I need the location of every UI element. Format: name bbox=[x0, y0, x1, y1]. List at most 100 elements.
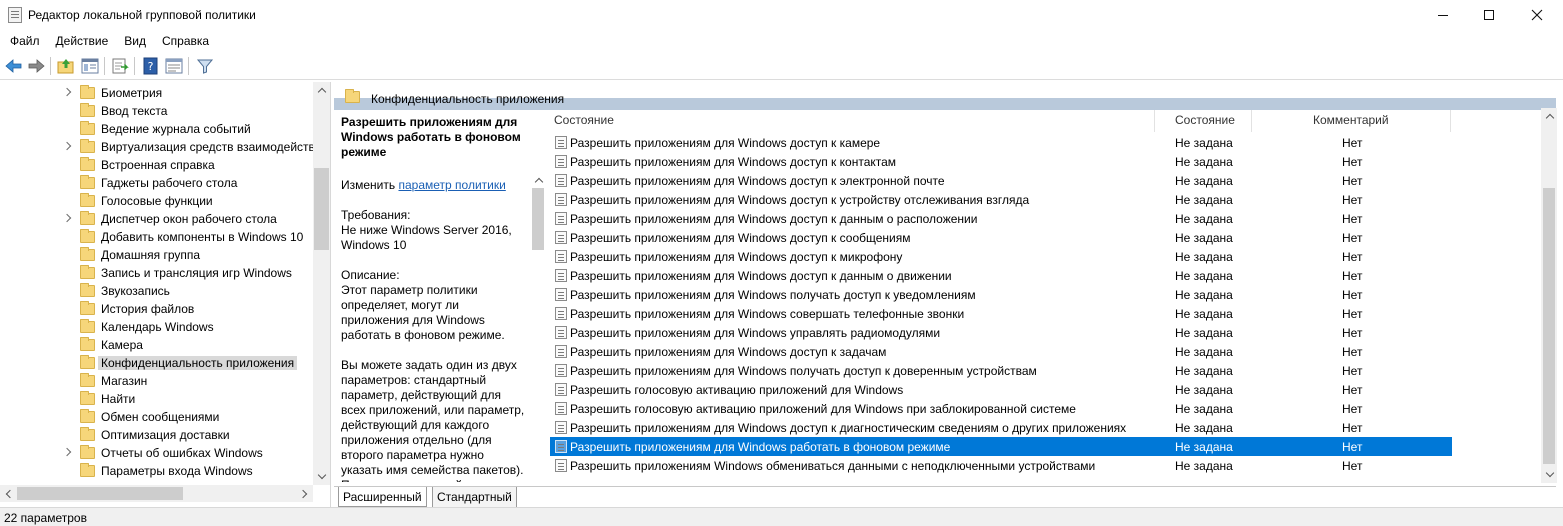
policy-row[interactable]: Разрешить голосовую активацию приложений… bbox=[550, 380, 1452, 399]
tree-item[interactable]: Параметры входа Windows bbox=[0, 462, 314, 480]
policy-state: Не задана bbox=[1175, 402, 1233, 416]
tree-item[interactable]: Оптимизация доставки bbox=[0, 426, 314, 444]
tree-item[interactable]: Звукозапись bbox=[0, 282, 314, 300]
folder-icon bbox=[80, 355, 95, 369]
maximize-button[interactable] bbox=[1466, 0, 1512, 30]
policy-row[interactable]: Разрешить приложениям для Windows доступ… bbox=[550, 190, 1452, 209]
policy-title: Разрешить приложениям для Windows работа… bbox=[341, 115, 521, 159]
folder-icon bbox=[80, 337, 95, 351]
tree-scroll-thumb[interactable] bbox=[314, 168, 329, 250]
menu-view[interactable]: Вид bbox=[118, 34, 152, 48]
filter-button[interactable] bbox=[195, 56, 215, 76]
details-pane: Конфиденциальность приложения Разрешить … bbox=[334, 82, 1563, 507]
policy-row[interactable]: Разрешить приложениям для Windows доступ… bbox=[550, 133, 1452, 152]
policy-row[interactable]: Разрешить приложениям для Windows управл… bbox=[550, 323, 1452, 342]
tree-item[interactable]: Ввод текста bbox=[0, 102, 314, 120]
tree-item[interactable]: Найти bbox=[0, 390, 314, 408]
expand-chevron-icon[interactable] bbox=[63, 214, 73, 224]
description-scroll-thumb[interactable] bbox=[532, 188, 544, 250]
column-header-comment[interactable]: Комментарий bbox=[1313, 108, 1389, 132]
policy-name: Разрешить приложениям для Windows получа… bbox=[570, 288, 976, 302]
tree-item[interactable]: Запись и трансляция игр Windows bbox=[0, 264, 314, 282]
policy-setting-icon bbox=[555, 288, 567, 301]
expand-chevron-icon[interactable] bbox=[63, 448, 73, 458]
tree-hscroll-thumb[interactable] bbox=[17, 487, 183, 500]
tree-item[interactable]: Ведение журнала событий bbox=[0, 120, 314, 138]
tree-vertical-scrollbar[interactable] bbox=[313, 82, 330, 485]
policy-name: Разрешить приложениям для Windows работа… bbox=[570, 440, 951, 454]
properties-view-button[interactable] bbox=[164, 56, 184, 76]
folder-icon bbox=[80, 247, 95, 261]
list-scroll-down-icon[interactable] bbox=[1541, 466, 1558, 483]
tree-scroll-left-icon[interactable] bbox=[0, 485, 17, 502]
tree-scroll-up-icon[interactable] bbox=[313, 82, 330, 99]
policy-row[interactable]: Разрешить приложениям для Windows доступ… bbox=[550, 209, 1452, 228]
tab-standard[interactable]: Стандартный bbox=[432, 487, 517, 507]
policy-row[interactable]: Разрешить приложениям для Windows доступ… bbox=[550, 152, 1452, 171]
policy-row[interactable]: Разрешить голосовую активацию приложений… bbox=[550, 399, 1452, 418]
policy-state: Не задана bbox=[1175, 193, 1233, 207]
menu-help[interactable]: Справка bbox=[156, 34, 215, 48]
list-scroll-thumb[interactable] bbox=[1543, 188, 1555, 464]
show-hide-tree-button[interactable] bbox=[80, 56, 100, 76]
list-vertical-scrollbar[interactable] bbox=[1541, 108, 1557, 483]
tree-scroll-right-icon[interactable] bbox=[296, 485, 313, 502]
policy-row[interactable]: Разрешить приложениям для Windows получа… bbox=[550, 285, 1452, 304]
tree-item-label: Домашняя группа bbox=[101, 248, 201, 262]
close-button[interactable] bbox=[1514, 0, 1560, 30]
policy-row[interactable]: Разрешить приложениям для Windows доступ… bbox=[550, 171, 1452, 190]
minimize-button[interactable] bbox=[1420, 0, 1466, 30]
tree-item[interactable]: Отчеты об ошибках Windows bbox=[0, 444, 314, 462]
tree-item[interactable]: Биометрия bbox=[0, 84, 314, 102]
tree-item-label: Голосовые функции bbox=[101, 194, 213, 208]
tree-item[interactable]: История файлов bbox=[0, 300, 314, 318]
tab-extended[interactable]: Расширенный bbox=[338, 487, 427, 507]
tree-item[interactable]: Встроенная справка bbox=[0, 156, 314, 174]
tree-scroll-down-icon[interactable] bbox=[313, 468, 330, 485]
tree-item[interactable]: Домашняя группа bbox=[0, 246, 314, 264]
policy-row[interactable]: Разрешить приложениям для Windows доступ… bbox=[550, 342, 1452, 361]
policy-row[interactable]: Разрешить приложениям для Windows доступ… bbox=[550, 228, 1452, 247]
forward-arrow-icon bbox=[28, 59, 45, 73]
export-list-button[interactable] bbox=[110, 56, 130, 76]
tree-item-label: Календарь Windows bbox=[101, 320, 214, 334]
tree-item[interactable]: Гаджеты рабочего стола bbox=[0, 174, 314, 192]
tree-item-label: Встроенная справка bbox=[101, 158, 215, 172]
tree-item[interactable]: Конфиденциальность приложения bbox=[0, 354, 314, 372]
policy-row[interactable]: Разрешить приложениям для Windows соверш… bbox=[550, 304, 1452, 323]
tree-item[interactable]: Камера bbox=[0, 336, 314, 354]
expand-chevron-icon[interactable] bbox=[63, 142, 73, 152]
folder-icon bbox=[345, 89, 360, 103]
policy-row[interactable]: Разрешить приложениям Windows обменивать… bbox=[550, 456, 1452, 475]
tree-horizontal-scrollbar[interactable] bbox=[0, 485, 313, 502]
menu-file[interactable]: Файл bbox=[4, 34, 46, 48]
expand-chevron-icon[interactable] bbox=[63, 88, 73, 98]
list-scroll-up-icon[interactable] bbox=[1541, 108, 1558, 125]
edit-policy-link[interactable]: параметр политики bbox=[398, 178, 505, 192]
menu-action[interactable]: Действие bbox=[50, 34, 115, 48]
description-scroll-up-icon[interactable] bbox=[530, 172, 547, 189]
policy-row[interactable]: Разрешить приложениям для Windows доступ… bbox=[550, 418, 1452, 437]
tree-item[interactable]: Магазин bbox=[0, 372, 314, 390]
tree-item[interactable]: Добавить компоненты в Windows 10 bbox=[0, 228, 314, 246]
tree-item[interactable]: Голосовые функции bbox=[0, 192, 314, 210]
description-scrollbar[interactable] bbox=[530, 172, 547, 482]
tree-item[interactable]: Обмен сообщениями bbox=[0, 408, 314, 426]
tree-item[interactable]: Календарь Windows bbox=[0, 318, 314, 336]
policy-state: Не задана bbox=[1175, 307, 1233, 321]
column-header-state[interactable]: Состояние bbox=[1175, 108, 1235, 132]
policy-row[interactable]: Разрешить приложениям для Windows доступ… bbox=[550, 266, 1452, 285]
policy-row[interactable]: Разрешить приложениям для Windows доступ… bbox=[550, 247, 1452, 266]
policy-row[interactable]: Разрешить приложениям для Windows работа… bbox=[550, 437, 1452, 456]
policy-name: Разрешить приложениям для Windows доступ… bbox=[570, 174, 945, 188]
tree-item[interactable]: Диспетчер окон рабочего стола bbox=[0, 210, 314, 228]
column-header-name[interactable]: Состояние bbox=[554, 108, 614, 132]
folder-icon bbox=[80, 265, 95, 279]
help-button[interactable]: ? bbox=[141, 56, 161, 76]
back-button[interactable] bbox=[4, 56, 24, 76]
policy-row[interactable]: Разрешить приложениям для Windows получа… bbox=[550, 361, 1452, 380]
policy-comment: Нет bbox=[1342, 421, 1363, 435]
forward-button[interactable] bbox=[26, 56, 46, 76]
up-level-button[interactable] bbox=[56, 56, 76, 76]
tree-item[interactable]: Виртуализация средств взаимодейств bbox=[0, 138, 315, 156]
